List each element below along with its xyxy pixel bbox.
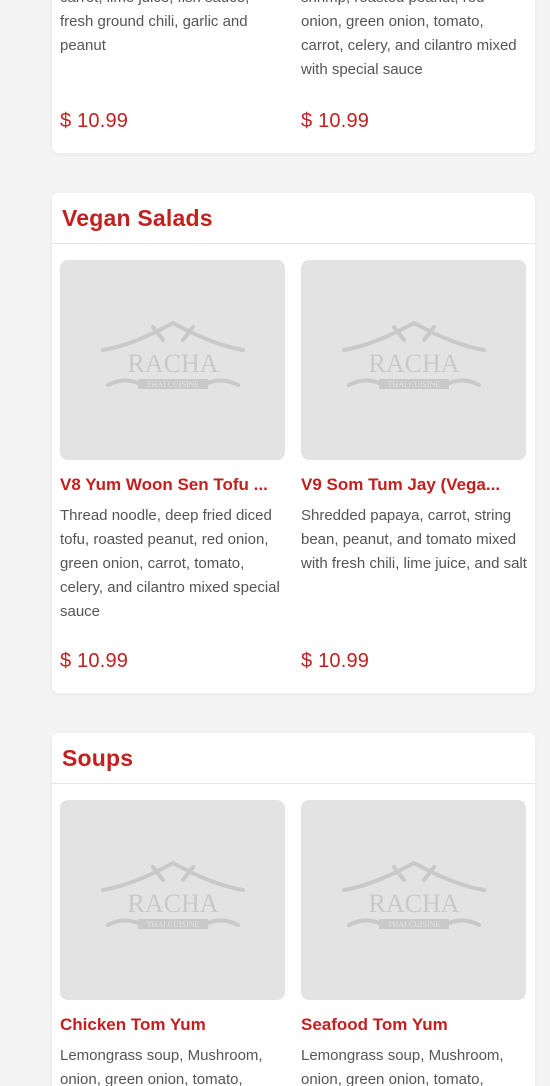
item-description: carrot, lime juice, fish sauce, fresh gr… bbox=[60, 0, 249, 54]
svg-text:THAI CUISINE: THAI CUISINE bbox=[387, 920, 440, 929]
item-image[interactable]: RACHA THAI CUISINE bbox=[301, 260, 526, 460]
racha-logo-icon: RACHA THAI CUISINE bbox=[100, 320, 245, 389]
svg-text:THAI CUISINE: THAI CUISINE bbox=[146, 380, 199, 389]
racha-logo-icon: RACHA THAI CUISINE bbox=[100, 860, 245, 929]
category-header: Vegan Salads bbox=[52, 193, 535, 244]
svg-text:THAI CUISINE: THAI CUISINE bbox=[146, 920, 199, 929]
category-header: Soups bbox=[52, 733, 535, 784]
item-price: $ 10.99 bbox=[60, 110, 129, 132]
item-image[interactable]: RACHA THAI CUISINE bbox=[301, 800, 526, 1000]
vegan-salads-card: Vegan Salads RACHA THAI CUISINE V8 Yum W… bbox=[52, 193, 535, 693]
item-name[interactable]: V8 Yum Woon Sen Tofu ... bbox=[60, 475, 284, 495]
item-name[interactable]: Chicken Tom Yum bbox=[60, 1015, 284, 1035]
item-image[interactable]: RACHA THAI CUISINE bbox=[60, 800, 285, 1000]
svg-text:THAI CUISINE: THAI CUISINE bbox=[387, 380, 440, 389]
item-description: Lemongrass soup, Mushroom, onion, green … bbox=[301, 1047, 504, 1086]
item-description: Shredded papaya, carrot, string bean, pe… bbox=[301, 507, 527, 572]
svg-text:RACHA: RACHA bbox=[127, 349, 218, 378]
item-price: $ 10.99 bbox=[301, 110, 370, 132]
item-description: Lemongrass soup, Mushroom, onion, green … bbox=[60, 1047, 263, 1086]
racha-logo-icon: RACHA THAI CUISINE bbox=[341, 860, 486, 929]
item-name[interactable]: V9 Som Tum Jay (Vega... bbox=[301, 475, 525, 495]
racha-logo-icon: RACHA THAI CUISINE bbox=[341, 320, 486, 389]
svg-text:RACHA: RACHA bbox=[368, 349, 459, 378]
category-title: Vegan Salads bbox=[62, 204, 213, 231]
category-title: Soups bbox=[62, 744, 134, 771]
item-image[interactable]: RACHA THAI CUISINE bbox=[60, 260, 285, 460]
item-price: $ 10.99 bbox=[60, 650, 129, 672]
item-description: Thread noodle, deep fried diced tofu, ro… bbox=[60, 507, 280, 620]
item-name[interactable]: Seafood Tom Yum bbox=[301, 1015, 525, 1035]
svg-text:RACHA: RACHA bbox=[127, 889, 218, 918]
item-price: $ 10.99 bbox=[301, 650, 370, 672]
soups-card: Soups RACHA THAI CUISINE Chicken Tom Yum… bbox=[52, 733, 535, 1086]
svg-text:RACHA: RACHA bbox=[368, 889, 459, 918]
menu-page: carrot, lime juice, fish sauce, fresh gr… bbox=[0, 0, 550, 1086]
menu-category-card: carrot, lime juice, fish sauce, fresh gr… bbox=[52, 0, 535, 153]
item-description: shrimp, roasted peanut, red onion, green… bbox=[301, 0, 517, 78]
